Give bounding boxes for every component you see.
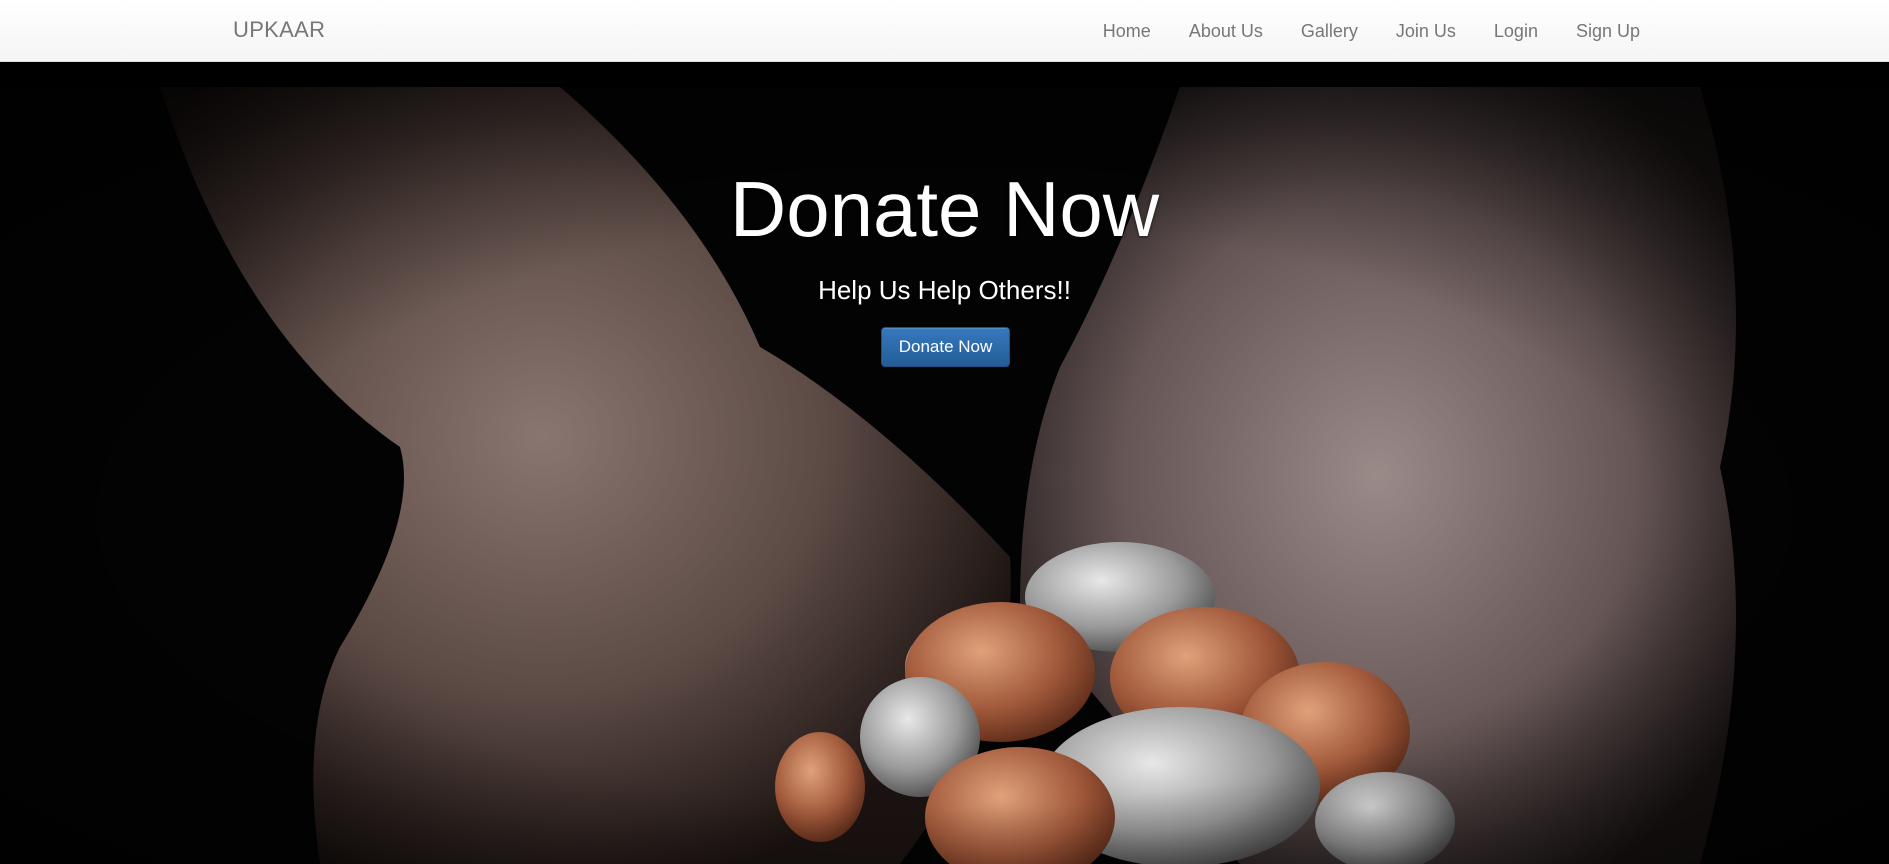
nav-links: Home About Us Gallery Join Us Login Sign…: [1065, 0, 1640, 62]
hero-section: Donate Now Help Us Help Others!! Donate …: [0, 62, 1889, 864]
nav-link-gallery[interactable]: Gallery: [1301, 21, 1358, 41]
nav-item-join-us: Join Us: [1396, 21, 1456, 42]
nav-item-about-us: About Us: [1189, 21, 1263, 42]
nav-item-login: Login: [1494, 21, 1538, 42]
brand-logo[interactable]: UPKAAR: [233, 17, 325, 43]
nav-link-login[interactable]: Login: [1494, 21, 1538, 41]
nav-item-sign-up: Sign Up: [1576, 21, 1640, 42]
nav-link-join-us[interactable]: Join Us: [1396, 21, 1456, 41]
nav-link-sign-up[interactable]: Sign Up: [1576, 21, 1640, 41]
donate-now-button[interactable]: Donate Now: [881, 327, 1010, 367]
hero-subtitle: Help Us Help Others!!: [818, 275, 1071, 305]
nav-item-gallery: Gallery: [1301, 21, 1358, 42]
nav-item-home: Home: [1103, 21, 1151, 42]
nav-link-about-us[interactable]: About Us: [1189, 21, 1263, 41]
nav-link-home[interactable]: Home: [1103, 21, 1151, 41]
hero-title: Donate Now: [729, 165, 1160, 253]
navbar: UPKAAR Home About Us Gallery Join Us Log…: [0, 0, 1889, 62]
